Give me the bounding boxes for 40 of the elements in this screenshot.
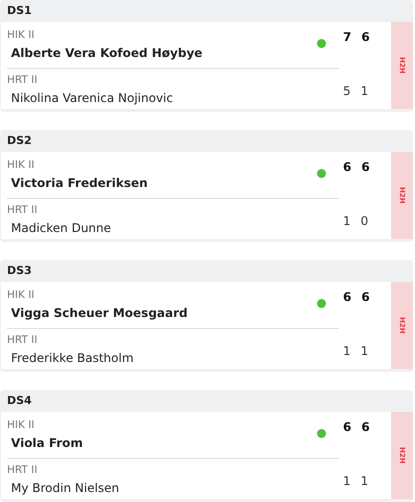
winner-dot-icon [317,38,326,48]
team-name: HIK II [7,418,36,432]
set-score: 1 [360,344,368,358]
set-score: 1 [360,474,368,488]
team-name: HRT II [7,332,38,347]
player-name: Victoria Frederiksen [10,175,148,192]
set-score: 6 [343,290,352,304]
player-name: Viola From [10,435,83,452]
team-name: HIK II [7,28,36,42]
set-score: 6 [343,420,352,434]
player-name: Alberte Vera Kofoed Høybye [10,45,202,62]
team-name: HIK II [7,288,36,302]
player-name: My Brodin Nielsen [10,480,120,497]
match-title: DS3 [6,263,33,279]
set-score: 1 [343,474,351,488]
player-name: Frederikke Bastholm [10,350,134,367]
winner-dot-icon [317,298,326,308]
set-score: 1 [360,84,368,98]
set-score: 6 [343,160,352,174]
team-name: HRT II [7,202,38,217]
team-name: HRT II [7,462,38,477]
team-name: HRT II [7,72,38,87]
set-score: 6 [361,420,370,434]
set-score: 1 [343,214,351,228]
set-score: 1 [343,344,351,358]
match-title: DS2 [6,133,33,149]
match-title: DS4 [6,393,33,409]
winner-dot-icon [317,428,326,438]
player-name: Nikolina Varenica Nojinovic [10,90,173,107]
winner-dot-icon [317,168,326,178]
set-score: 5 [343,84,351,98]
set-score: 6 [361,290,370,304]
player-name: Vigga Scheuer Moesgaard [10,305,188,322]
match-title: DS1 [6,3,33,19]
team-name: HIK II [7,158,36,172]
set-score: 7 [343,30,352,44]
set-score: 6 [361,160,370,174]
set-score: 6 [361,30,370,44]
set-score: 0 [360,214,368,228]
player-name: Madicken Dunne [10,220,112,237]
